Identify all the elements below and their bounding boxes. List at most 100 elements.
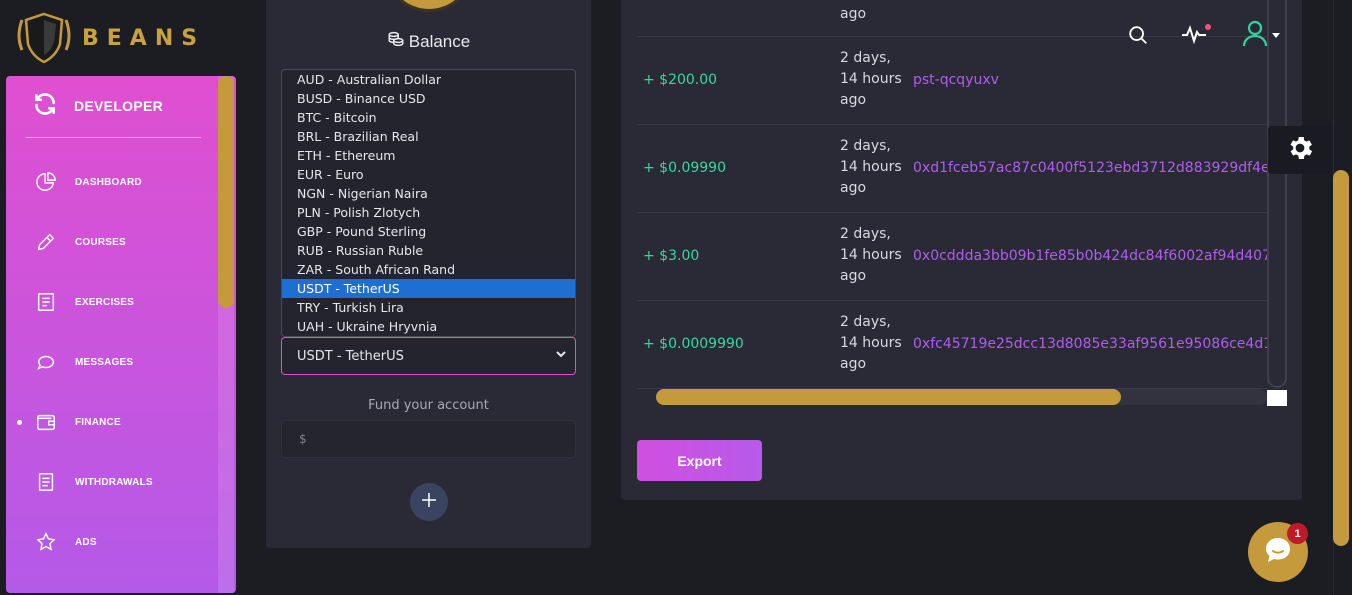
balance-title-text: Balance <box>408 31 471 51</box>
sidebar-item-label: WITHDRAWALS <box>75 476 153 488</box>
tx-date-line: 14 hours <box>840 71 902 87</box>
scrollbar-corner <box>1267 390 1287 406</box>
currency-option[interactable]: RUB - Russian Ruble <box>282 241 575 260</box>
tx-date-line: 2 days, <box>840 50 891 66</box>
activity-icon <box>1181 24 1207 49</box>
sidebar: DEVELOPER DASHBOARD COURSES EXERCISES ME… <box>6 76 236 593</box>
star-icon <box>34 530 58 554</box>
balance-panel: Balance AUD - Australian Dollar BUSD - B… <box>266 0 591 548</box>
tx-date-line: 2 days, <box>840 138 891 154</box>
sidebar-item-dashboard[interactable]: DASHBOARD <box>6 162 216 202</box>
tx-date: 2 days, 14 hours ago <box>840 136 910 199</box>
sidebar-item-label: MESSAGES <box>75 356 134 368</box>
tx-reference[interactable]: 0xd1fceb57ac87c0400f5123ebd3712d883929df… <box>913 160 1267 176</box>
currency-select[interactable]: USDT - TetherUS <box>281 337 576 375</box>
coin-icon <box>384 0 474 12</box>
table-row: ago <box>637 0 1267 37</box>
tx-amount: + $0.0009990 <box>643 336 744 352</box>
user-icon <box>1241 19 1269 52</box>
export-button[interactable]: Export <box>637 440 762 481</box>
table-vertical-scrollbar[interactable] <box>1267 0 1287 388</box>
currency-option[interactable]: TRY - Turkish Lira <box>282 298 575 317</box>
tx-reference[interactable]: pst-qcqyuxv <box>913 72 1267 88</box>
sidebar-item-label: ADS <box>75 536 97 548</box>
tx-amount: + $200.00 <box>643 72 718 88</box>
tx-date: 2 days, 14 hours ago <box>840 224 910 287</box>
tx-amount: + $0.09990 <box>643 160 726 176</box>
settings-button[interactable] <box>1268 126 1332 174</box>
table-row: + $0.09990 2 days, 14 hours ago 0xd1fceb… <box>637 125 1267 213</box>
sidebar-item-label: DASHBOARD <box>75 176 142 188</box>
activity-button[interactable] <box>1180 24 1208 48</box>
tx-date-line: 14 hours <box>840 159 902 175</box>
fund-account-label: Fund your account <box>368 398 489 413</box>
transactions-panel: ago + $200.00 2 days, 14 hours ago pst-q… <box>621 0 1302 500</box>
pie-chart-icon <box>34 170 58 194</box>
currency-option[interactable]: NGN - Nigerian Naira <box>282 184 575 203</box>
tx-date: ago <box>840 6 867 22</box>
currency-option[interactable]: ETH - Ethereum <box>282 146 575 165</box>
tx-date-line: 2 days, <box>840 314 891 330</box>
sidebar-item-label: COURSES <box>75 236 126 248</box>
search-button[interactable] <box>1126 25 1150 49</box>
currency-option[interactable]: GBP - Pound Sterling <box>282 222 575 241</box>
add-funds-button[interactable] <box>410 483 448 521</box>
tx-date-line: ago <box>840 268 867 284</box>
currency-option[interactable]: AUD - Australian Dollar <box>282 70 575 89</box>
sidebar-item-ads[interactable]: ADS <box>6 522 216 562</box>
currency-option[interactable]: UAH - Ukraine Hryvnia <box>282 317 575 336</box>
table-row: + $200.00 2 days, 14 hours ago pst-qcqyu… <box>637 37 1267 125</box>
notification-dot <box>1205 24 1211 30</box>
sidebar-item-label: EXERCISES <box>75 296 135 308</box>
brand-logo[interactable]: BEANS <box>14 10 204 66</box>
tx-date-line: 14 hours <box>840 247 902 263</box>
sidebar-header-label: DEVELOPER <box>74 98 164 114</box>
search-icon <box>1127 24 1149 51</box>
sidebar-item-withdrawals[interactable]: WITHDRAWALS <box>6 462 216 502</box>
currency-option[interactable]: BUSD - Binance USD <box>282 89 575 108</box>
pencil-icon <box>34 230 58 254</box>
gear-icon <box>1285 133 1315 168</box>
page-scrollbar-thumb[interactable] <box>1333 170 1349 546</box>
currency-select-value: USDT - TetherUS <box>297 348 404 364</box>
currency-option[interactable]: PLN - Polish Zlotych <box>282 203 575 222</box>
tx-reference[interactable]: 0x0cddda3bb09b1fe85b0b424dc84f6002af94d4… <box>913 248 1267 264</box>
currency-option[interactable]: BTC - Bitcoin <box>282 108 575 127</box>
tx-date-line: ago <box>840 180 867 196</box>
table-row: + $0.0009990 2 days, 14 hours ago 0xfc45… <box>637 301 1267 389</box>
sidebar-item-exercises[interactable]: EXERCISES <box>6 282 216 322</box>
chevron-down-icon <box>555 348 567 364</box>
table-horizontal-scrollbar-thumb[interactable] <box>656 389 1121 405</box>
user-menu-button[interactable] <box>1238 19 1282 52</box>
currency-option[interactable]: ZAR - South African Rand <box>282 260 575 279</box>
sidebar-item-messages[interactable]: MESSAGES <box>6 342 216 382</box>
amount-input[interactable] <box>281 420 576 458</box>
tx-date-line: 2 days, <box>840 226 891 242</box>
balance-title: Balance <box>266 30 591 53</box>
sidebar-header[interactable]: DEVELOPER <box>6 76 236 136</box>
receipt-icon <box>34 470 58 494</box>
sync-icon <box>32 91 58 122</box>
caret-down-icon <box>1271 26 1280 44</box>
tx-reference[interactable]: 0xfc45719e25dcc13d8085e33af9561e95086ce4… <box>913 336 1267 352</box>
currency-option[interactable]: EUR - Euro <box>282 165 575 184</box>
table-row: + $3.00 2 days, 14 hours ago 0x0cddda3bb… <box>637 213 1267 301</box>
sidebar-divider <box>26 137 201 138</box>
tx-date-line: ago <box>840 92 867 108</box>
currency-dropdown-list[interactable]: AUD - Australian Dollar BUSD - Binance U… <box>281 69 576 337</box>
wallet-icon <box>34 410 58 434</box>
tx-date-line: 14 hours <box>840 335 902 351</box>
document-icon <box>34 290 58 314</box>
currency-option-highlighted[interactable]: USDT - TetherUS <box>282 279 575 298</box>
chat-unread-badge: 1 <box>1287 523 1308 544</box>
sidebar-item-finance[interactable]: FINANCE <box>6 402 216 442</box>
sidebar-item-label: FINANCE <box>75 416 121 428</box>
tx-date-line: ago <box>840 356 867 372</box>
tx-date: 2 days, 14 hours ago <box>840 48 910 111</box>
currency-option[interactable]: BRL - Brazilian Real <box>282 127 575 146</box>
tx-amount: + $3.00 <box>643 248 700 264</box>
coins-icon <box>387 30 405 53</box>
sidebar-scrollbar-thumb[interactable] <box>218 76 234 308</box>
tx-date: 2 days, 14 hours ago <box>840 312 910 375</box>
sidebar-item-courses[interactable]: COURSES <box>6 222 216 262</box>
